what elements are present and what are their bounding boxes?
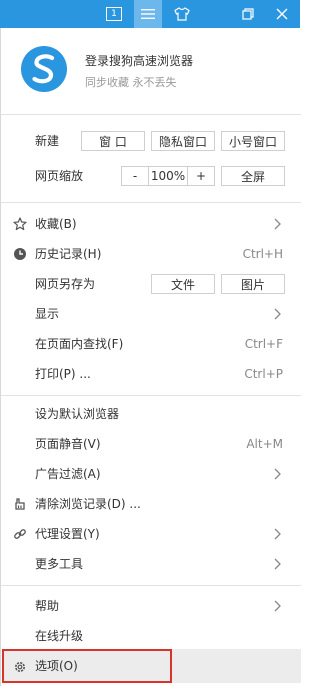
new-small-window-button[interactable]: 小号窗口 — [221, 131, 285, 151]
menu-item-display[interactable]: 显示 — [1, 299, 301, 329]
menu-item-favorites[interactable]: 收藏(B) — [1, 209, 301, 239]
zoom-row: 网页缩放 - 100% + 全屏 — [1, 161, 301, 191]
menu-item-label: 在页面内查找(F) — [35, 337, 124, 351]
zoom-out-button[interactable]: - — [122, 167, 148, 185]
shortcut-text: Ctrl+H — [242, 247, 283, 261]
menu-item-label: 收藏(B) — [35, 217, 77, 231]
menu-item-options[interactable]: 选项(O) — [2, 649, 172, 683]
login-subtitle: 同步收藏 永不丢失 — [85, 76, 177, 89]
menu-item-upgrade[interactable]: 在线升级 — [1, 621, 301, 651]
close-button[interactable] — [268, 0, 296, 28]
zoom-label: 网页缩放 — [35, 169, 84, 183]
menu-icon — [141, 9, 155, 19]
skin-button[interactable] — [168, 0, 196, 28]
login-section[interactable]: 登录搜狗高速浏览器 同步收藏 永不丢失 — [1, 28, 301, 114]
menu-item-label: 历史记录(H) — [35, 247, 102, 261]
chevron-right-icon — [274, 468, 281, 480]
chevron-right-icon — [274, 218, 281, 230]
skin-icon — [174, 7, 190, 21]
menu-item-find[interactable]: 在页面内查找(F) Ctrl+F — [1, 329, 301, 359]
login-title[interactable]: 登录搜狗高速浏览器 — [85, 52, 193, 69]
divider — [1, 202, 301, 203]
menu-item-label: 代理设置(Y) — [35, 527, 100, 541]
title-bar: 1 — [0, 0, 300, 28]
main-menu: 登录搜狗高速浏览器 同步收藏 永不丢失 新建 窗 口 隐私窗口 小号窗口 网页缩… — [0, 28, 301, 686]
chevron-right-icon — [274, 600, 281, 612]
new-private-window-button[interactable]: 隐私窗口 — [151, 131, 215, 151]
menu-item-history[interactable]: 历史记录(H) Ctrl+H — [1, 239, 301, 269]
restore-icon — [242, 8, 254, 20]
divider — [1, 585, 301, 586]
divider — [1, 395, 301, 396]
star-icon — [13, 217, 27, 231]
save-image-button[interactable]: 图片 — [221, 274, 285, 294]
close-icon — [276, 8, 288, 20]
zoom-value: 100% — [150, 169, 186, 183]
menu-item-default-browser[interactable]: 设为默认浏览器 — [1, 399, 301, 429]
menu-item-label: 设为默认浏览器 — [35, 407, 120, 421]
options-row-highlight — [172, 649, 301, 683]
new-window-button[interactable]: 窗 口 — [81, 131, 145, 151]
chevron-right-icon — [274, 558, 281, 570]
sogou-logo-icon — [21, 46, 67, 92]
shortcut-text: Ctrl+F — [244, 337, 283, 351]
menu-item-help[interactable]: 帮助 — [1, 591, 301, 621]
menu-item-label: 选项(O) — [35, 659, 78, 673]
menu-item-label: 更多工具 — [35, 557, 84, 571]
fullscreen-button[interactable]: 全屏 — [221, 166, 285, 186]
menu-item-more-tools[interactable]: 更多工具 — [1, 549, 301, 579]
new-label: 新建 — [35, 134, 60, 148]
new-row: 新建 窗 口 隐私窗口 小号窗口 — [1, 126, 301, 156]
divider — [1, 114, 301, 115]
menu-item-adblock[interactable]: 广告过滤(A) — [1, 459, 301, 489]
chevron-right-icon — [274, 528, 281, 540]
zoom-in-button[interactable]: + — [188, 167, 214, 185]
gear-icon — [15, 662, 25, 672]
shortcut-text: Ctrl+P — [244, 367, 283, 381]
menu-item-label: 广告过滤(A) — [35, 467, 101, 481]
menu-item-clear-history[interactable]: 清除浏览记录(D) ... — [1, 489, 301, 519]
eraser-icon — [15, 498, 25, 510]
menu-item-label: 清除浏览记录(D) ... — [35, 497, 141, 511]
menu-button[interactable] — [134, 0, 162, 28]
tab-count-button[interactable]: 1 — [100, 0, 128, 28]
shortcut-text: Alt+M — [246, 437, 283, 451]
chevron-right-icon — [274, 308, 281, 320]
menu-item-label: 帮助 — [35, 599, 60, 613]
menu-item-label: 打印(P) ... — [35, 367, 91, 381]
menu-item-save-as: 网页另存为 文件 图片 — [1, 269, 301, 299]
clock-icon — [14, 248, 26, 260]
menu-item-proxy[interactable]: 代理设置(Y) — [1, 519, 301, 549]
menu-item-label: 网页另存为 — [35, 277, 96, 291]
tab-count-icon: 1 — [106, 7, 122, 21]
restore-button[interactable] — [234, 0, 262, 28]
menu-item-label: 显示 — [35, 307, 60, 321]
link-icon — [14, 529, 26, 539]
menu-item-mute[interactable]: 页面静音(V) Alt+M — [1, 429, 301, 459]
menu-item-label: 页面静音(V) — [35, 437, 101, 451]
menu-item-print[interactable]: 打印(P) ... Ctrl+P — [1, 359, 301, 389]
menu-item-label: 在线升级 — [35, 629, 84, 643]
save-file-button[interactable]: 文件 — [151, 274, 215, 294]
zoom-control: - 100% + — [121, 166, 215, 186]
